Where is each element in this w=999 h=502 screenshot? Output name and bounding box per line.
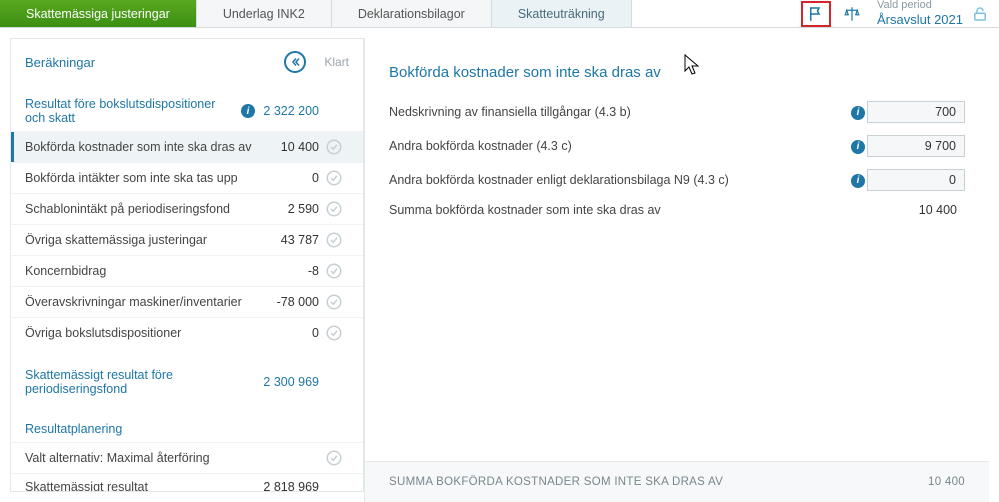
sidebar-row-koncern[interactable]: Koncernbidrag -8 [11,255,363,286]
tab-tax-calc[interactable]: Skatteuträkning [492,0,632,27]
flag-icon[interactable] [801,1,831,27]
row-label: Skattemässigt resultat före periodiserin… [25,368,255,396]
klart-header: Klart [324,55,349,69]
row-label: Koncernbidrag [25,264,255,278]
check-icon [325,293,353,311]
info-icon[interactable]: i [851,140,865,154]
footer-label: SUMMA BOKFÖRDA KOSTNADER SOM INTE SKA DR… [389,476,723,488]
sidebar-row-result-before[interactable]: Resultat före bokslutsdispositioner och … [11,91,363,131]
row-value: 43 787 [255,233,325,247]
main-row-sum: Summa bokförda kostnader som inte ska dr… [389,197,965,223]
check-icon [325,449,353,467]
sidebar-row-other-disp[interactable]: Övriga bokslutsdispositioner 0 [11,317,363,348]
unlock-icon[interactable] [971,5,989,23]
row-label: Bokförda intäkter som inte ska tas upp [25,171,255,185]
row-label: Övriga bokslutsdispositioner [25,326,255,340]
row-value: 2 300 969 [255,375,325,389]
main-row-n9: Andra bokförda kostnader enligt deklarat… [389,163,965,197]
row-value: 2 322 200 [255,104,325,118]
value-input[interactable] [867,169,965,191]
check-icon [325,231,353,249]
info-icon[interactable]: i [241,104,255,118]
sidebar: Beräkningar Klart Resultat före boksluts… [10,38,364,492]
row-value: 10 400 [867,203,965,217]
info-icon[interactable]: i [851,106,865,120]
value-input[interactable] [867,101,965,123]
tab-tax-adjustments[interactable]: Skattemässiga justeringar [0,0,197,27]
row-value: -8 [255,264,325,278]
row-value: -78 000 [255,295,325,309]
tab-declaration[interactable]: Deklarationsbilagor [332,0,492,27]
sidebar-row-schablon[interactable]: Schablonintäkt på periodiseringsfond 2 5… [11,193,363,224]
sidebar-row-booked-costs[interactable]: Bokförda kostnader som inte ska dras av … [11,131,363,162]
balance-icon[interactable] [843,5,861,23]
row-value: 10 400 [255,140,325,154]
check-icon [325,200,353,218]
sidebar-row-other-tax-adj[interactable]: Övriga skattemässiga justeringar 43 787 [11,224,363,255]
sidebar-row-overavskriv[interactable]: Överavskrivningar maskiner/inventarier -… [11,286,363,317]
row-value: 2 818 969 [255,480,325,491]
sidebar-section-resultplan: Resultatplanering [11,416,363,442]
sidebar-row-tax-result-before-pf[interactable]: Skattemässigt resultat före periodiserin… [11,362,363,402]
footer-value: 10 400 [928,476,965,488]
period-value: Årsavslut 2021 [877,12,963,28]
row-label: Övriga skattemässiga justeringar [25,233,255,247]
row-label: Valt alternativ: Maximal återföring [25,451,255,465]
row-label: Överavskrivningar maskiner/inventarier [25,295,255,309]
main-panel: Bokförda kostnader som inte ska dras av … [364,38,989,502]
period-selector[interactable]: Vald period Årsavslut 2021 [871,0,999,27]
row-label: Skattemässigt resultat [25,480,255,491]
row-label: Bokförda kostnader som inte ska dras av [25,140,255,154]
row-value: 0 [255,326,325,340]
check-icon [325,324,353,342]
row-value: 2 590 [255,202,325,216]
row-label: Andra bokförda kostnader (4.3 c) [389,139,845,153]
sidebar-title: Beräkningar [25,55,95,70]
footer-summary: SUMMA BOKFÖRDA KOSTNADER SOM INTE SKA DR… [365,461,989,502]
sidebar-row-tax-result[interactable]: Skattemässigt resultat 2 818 969 [11,473,363,491]
period-label: Vald period [877,0,963,12]
main-row-other-booked: Andra bokförda kostnader (4.3 c) i [389,129,965,163]
collapse-button[interactable] [284,51,306,73]
row-label: Nedskrivning av finansiella tillgångar (… [389,105,845,119]
main-row-nedskrivning: Nedskrivning av finansiella tillgångar (… [389,95,965,129]
check-icon [325,262,353,280]
row-value: 0 [255,171,325,185]
row-label: Resultat före bokslutsdispositioner och … [25,97,237,125]
row-label: Andra bokförda kostnader enligt deklarat… [389,173,845,187]
info-icon[interactable]: i [851,174,865,188]
row-label: Summa bokförda kostnader som inte ska dr… [389,203,845,217]
check-icon [325,169,353,187]
value-input[interactable] [867,135,965,157]
tab-underlag-ink2[interactable]: Underlag INK2 [197,0,332,27]
sidebar-row-valt-alt[interactable]: Valt alternativ: Maximal återföring [11,442,363,473]
row-label: Schablonintäkt på periodiseringsfond [25,202,255,216]
section-title: Resultatplanering [25,422,255,436]
main-title: Bokförda kostnader som inte ska dras av [365,38,989,95]
sidebar-row-booked-income[interactable]: Bokförda intäkter som inte ska tas upp 0 [11,162,363,193]
check-icon [325,138,353,156]
